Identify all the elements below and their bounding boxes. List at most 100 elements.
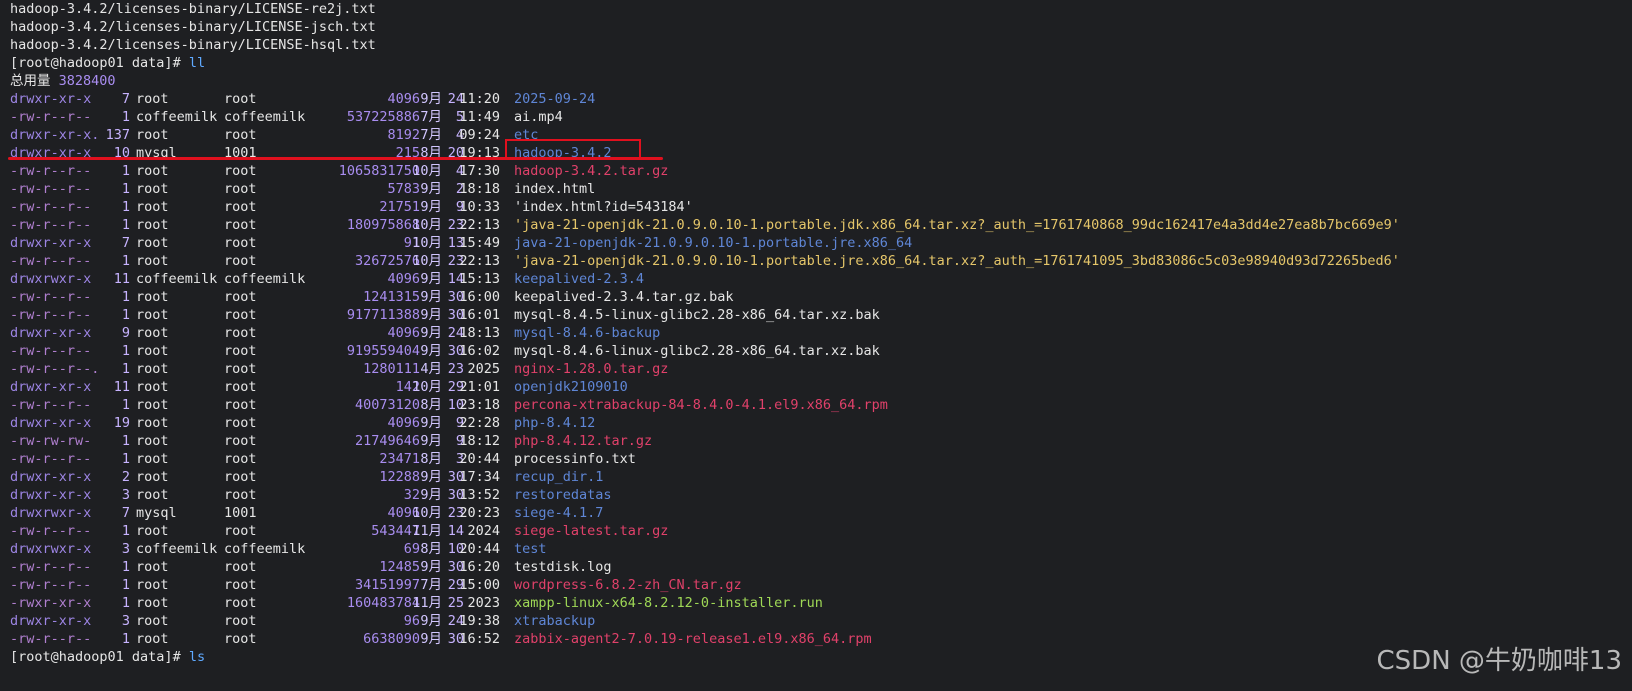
- link-count: 1: [121, 163, 130, 179]
- file-name[interactable]: index.html: [514, 180, 595, 198]
- owner: mysql: [136, 505, 177, 521]
- file-size: 543447: [371, 523, 420, 539]
- total-value: 3828400: [58, 73, 116, 89]
- permissions: -rw-r--r--: [10, 163, 92, 179]
- file-size: 91: [403, 235, 420, 251]
- file-name[interactable]: processinfo.txt: [514, 450, 636, 468]
- file-name[interactable]: xampp-linux-x64-8.2.12-0-installer.run: [514, 594, 823, 612]
- file-name[interactable]: 'java-21-openjdk-21.0.9.0.10-1.portable.…: [514, 216, 1400, 234]
- file-name[interactable]: hadoop-3.4.2.tar.gz: [514, 162, 668, 180]
- command-text: ls: [180, 649, 206, 665]
- time: 16:52: [459, 631, 500, 647]
- permissions: -rw-r--r--: [10, 451, 92, 467]
- listing-row: -rw-r--r-- 1 root root 5783 9月 2 18:18 index.htm…: [10, 180, 1632, 198]
- owner: root: [136, 559, 169, 575]
- file-name[interactable]: siege-4.1.7: [514, 504, 603, 522]
- listing-row: drwxr-xr-x 2 root root 12288 9月 30 17:34 recup_d…: [10, 468, 1632, 486]
- file-name[interactable]: php-8.4.12: [514, 414, 595, 432]
- owner: root: [136, 289, 169, 305]
- file-name[interactable]: xtrabackup: [514, 612, 595, 630]
- month: 10月: [412, 505, 442, 521]
- listing-row: -rw-r--r-- 1 root root 180975868 10月 23 22:13'j…: [10, 216, 1632, 234]
- permissions: -rw-r--r--: [10, 577, 92, 593]
- month: 8月: [420, 451, 442, 467]
- file-name[interactable]: recup_dir.1: [514, 468, 603, 486]
- file-size: 96: [403, 613, 420, 629]
- file-name[interactable]: percona-xtrabackup-84-8.4.0-4.1.el9.x86_…: [514, 396, 888, 414]
- file-name[interactable]: 'java-21-openjdk-21.0.9.0.10-1.portable.…: [514, 252, 1400, 270]
- link-count: 1: [121, 199, 130, 215]
- file-name[interactable]: mysql-8.4.6-linux-glibc2.28-x86_64.tar.x…: [514, 342, 880, 360]
- group: root: [224, 613, 257, 629]
- file-size: 919559404: [346, 343, 420, 359]
- month: 9月: [420, 343, 442, 359]
- link-count: 1: [121, 109, 130, 125]
- file-name[interactable]: php-8.4.12.tar.gz: [514, 432, 652, 450]
- time: 16:00: [459, 289, 500, 305]
- owner: root: [136, 631, 169, 647]
- group: root: [224, 415, 257, 431]
- file-name[interactable]: ai.mp4: [514, 108, 563, 126]
- file-name[interactable]: keepalived-2.3.4: [514, 270, 644, 288]
- group: coffeemilk: [224, 541, 306, 557]
- file-size: 5783: [387, 181, 420, 197]
- time: 15:49: [459, 235, 500, 251]
- total-label: 总用量: [10, 73, 51, 89]
- time: 18:13: [459, 325, 500, 341]
- file-name[interactable]: keepalived-2.3.4.tar.gz.bak: [514, 288, 733, 306]
- link-count: 1: [121, 595, 130, 611]
- group: coffeemilk: [224, 109, 306, 125]
- file-name[interactable]: test: [514, 540, 547, 558]
- link-count: 1: [121, 397, 130, 413]
- month: 7月: [420, 577, 442, 593]
- time: 09:24: [459, 127, 500, 143]
- terminal-window[interactable]: hadoop-3.4.2/licenses-binary/LICENSE-re2…: [10, 0, 1632, 691]
- month: 10月: [412, 379, 442, 395]
- owner: root: [136, 415, 169, 431]
- listing-row: -rw-r--r-- 1 root root 1065831750 10月 4 17:30 ha…: [10, 162, 1632, 180]
- group: root: [224, 163, 257, 179]
- permissions: -rw-r--r--: [10, 307, 92, 323]
- group: root: [224, 451, 257, 467]
- time: 20:44: [459, 451, 500, 467]
- file-size: 4096: [387, 505, 420, 521]
- month: 8月: [420, 397, 442, 413]
- listing-row: -rw-r--r-- 1 root root 917711388 9月 30 16:01 mys…: [10, 306, 1632, 324]
- month: 10月: [412, 163, 442, 179]
- month: 9月: [420, 631, 442, 647]
- file-name[interactable]: nginx-1.28.0.tar.gz: [514, 360, 668, 378]
- file-size: 142: [395, 379, 420, 395]
- file-name[interactable]: siege-latest.tar.gz: [514, 522, 668, 540]
- file-name[interactable]: 2025-09-24: [514, 90, 595, 108]
- file-name[interactable]: zabbix-agent2-7.0.19-release1.el9.x86_64…: [514, 630, 872, 648]
- listing-row: drwxr-xr-x 19 root root 4096 9月 9 22:28 php-8.4.…: [10, 414, 1632, 432]
- listing-row: drwxrwxr-x 7 mysql 1001 4096 10月 23 20:23 siege-…: [10, 504, 1632, 522]
- time: 21:01: [459, 379, 500, 395]
- file-name[interactable]: java-21-openjdk-21.0.9.0.10-1.portable.j…: [514, 234, 912, 252]
- time: 10:33: [459, 199, 500, 215]
- month: 11月: [412, 595, 442, 611]
- owner: root: [136, 235, 169, 251]
- file-name[interactable]: mysql-8.4.5-linux-glibc2.28-x86_64.tar.x…: [514, 306, 880, 324]
- owner: root: [136, 487, 169, 503]
- file-name[interactable]: wordpress-6.8.2-zh_CN.tar.gz: [514, 576, 742, 594]
- month: 8月: [420, 541, 442, 557]
- file-name[interactable]: 'index.html?id=543184': [514, 198, 693, 216]
- time: 13:52: [459, 487, 500, 503]
- link-count: 19: [113, 415, 130, 431]
- month: 9月: [420, 559, 442, 575]
- file-name[interactable]: testdisk.log: [514, 558, 612, 576]
- owner: root: [136, 307, 169, 323]
- owner: root: [136, 163, 169, 179]
- group: root: [224, 379, 257, 395]
- file-name[interactable]: mysql-8.4.6-backup: [514, 324, 660, 342]
- owner: root: [136, 577, 169, 593]
- owner: root: [136, 361, 169, 377]
- file-name[interactable]: openjdk2109010: [514, 378, 628, 396]
- owner: root: [136, 451, 169, 467]
- file-name[interactable]: restoredatas: [514, 486, 612, 504]
- month: 7月: [420, 109, 442, 125]
- file-size: 12288: [379, 469, 420, 485]
- time: 15:13: [459, 271, 500, 287]
- owner: root: [136, 181, 169, 197]
